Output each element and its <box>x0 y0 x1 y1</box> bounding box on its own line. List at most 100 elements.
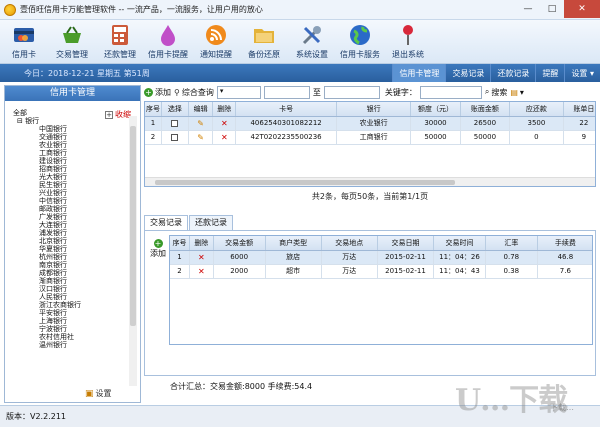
column-header[interactable]: 银行 <box>336 102 412 117</box>
add-card-button[interactable]: + 添加 <box>144 87 171 98</box>
tree-node[interactable]: 广发银行 <box>13 213 129 221</box>
edit-icon[interactable]: ✎ <box>197 119 204 128</box>
menu-item-3[interactable]: 还款记录 <box>490 64 535 82</box>
tree-node[interactable]: 人民银行 <box>13 293 129 301</box>
tree-node[interactable]: 中信银行 <box>13 197 129 205</box>
column-header[interactable]: 手续费 <box>537 236 592 251</box>
maximize-button[interactable]: □ <box>540 0 564 18</box>
minimize-button[interactable]: — <box>516 0 540 18</box>
toolbar-label: 通知提醒 <box>200 50 232 59</box>
date-to-input[interactable] <box>323 85 380 99</box>
tab-2[interactable]: 还款记录 <box>189 215 233 230</box>
tree-node[interactable]: 农村信用社 <box>13 333 129 341</box>
tree-node[interactable]: 浙江农商银行 <box>13 301 129 309</box>
close-button[interactable]: ✕ <box>564 0 600 18</box>
tree-node[interactable]: 农业银行 <box>13 141 129 149</box>
column-header[interactable]: 账面金额 <box>460 102 511 117</box>
filter-select[interactable]: ▾ <box>216 85 261 99</box>
column-header[interactable]: 编辑 <box>188 102 214 117</box>
settings-button[interactable]: ▣ 设置 <box>85 388 112 399</box>
tree-node[interactable]: 招商银行 <box>13 165 129 173</box>
toolbar-button-3[interactable]: 还款管理 <box>96 20 144 64</box>
tree-node[interactable]: 南京银行 <box>13 261 129 269</box>
toolbar-button-1[interactable]: 信用卡 <box>0 20 48 64</box>
toolbar-button-8[interactable]: 信用卡服务 <box>336 20 384 64</box>
column-header[interactable]: 商户类型 <box>265 236 322 251</box>
column-header[interactable]: 汇率 <box>485 236 538 251</box>
select-checkbox[interactable] <box>171 119 179 127</box>
menu-item-1[interactable]: 信用卡管理 <box>392 64 446 82</box>
date-from-input[interactable] <box>263 85 310 99</box>
tree-node[interactable]: 民生银行 <box>13 181 129 189</box>
delete-icon[interactable]: ✕ <box>221 119 228 128</box>
toolbar-button-4[interactable]: 信用卡提醒 <box>144 20 192 64</box>
tree-node[interactable]: 光大银行 <box>13 173 129 181</box>
menu-item-2[interactable]: 交易记录 <box>445 64 490 82</box>
tab-1[interactable]: 交易记录 <box>144 215 188 230</box>
bank-tree[interactable]: 全部 ⊟ 银行 中国银行 交通银行 农业银行 工商银行 建设银行 招商银行 光大银行 民生银行 兴业… <box>13 109 129 349</box>
tree-node[interactable]: 上海银行 <box>13 317 129 325</box>
tree-node[interactable]: 中国银行 <box>13 125 129 133</box>
delete-icon[interactable]: ✕ <box>198 253 205 262</box>
tree-node-label: 杭州银行 <box>39 253 67 261</box>
toolbar-button-5[interactable]: 通知提醒 <box>192 20 240 64</box>
tree-node[interactable]: 华夏银行 <box>13 245 129 253</box>
table-row[interactable]: 1 ✕ 6000 旅店 万达 2015-02-11 11：04：26 0.78 46.8 <box>170 250 592 265</box>
column-header[interactable]: 序号 <box>170 236 190 251</box>
select-checkbox[interactable] <box>171 133 179 141</box>
cell-bank: 工商银行 <box>336 130 412 145</box>
tree-node[interactable]: 汉口银行 <box>13 285 129 293</box>
tree-node[interactable]: 平安银行 <box>13 309 129 317</box>
column-header[interactable]: 交易金额 <box>213 236 266 251</box>
tree-node[interactable]: 工商银行 <box>13 149 129 157</box>
card-table-hscroll[interactable] <box>145 177 595 186</box>
table-row[interactable]: 2 ✎ ✕ 42T0202235500236 工商银行 50000 50000 0 9 <box>145 130 595 145</box>
tree-node[interactable]: 温州银行 <box>13 341 129 349</box>
search-button[interactable]: ⌕ 搜索 <box>485 87 507 98</box>
tree-node[interactable]: 宁波银行 <box>13 325 129 333</box>
keyword-input[interactable] <box>419 85 482 99</box>
column-header[interactable]: 序号 <box>145 102 162 117</box>
combined-query-button[interactable]: ⚲ 综合查询 <box>174 87 214 98</box>
table-row[interactable]: 1 ✎ ✕ 4062540301082212 农业银行 30000 26500 3500 22 <box>145 116 595 131</box>
tree-node[interactable]: 北京银行 <box>13 237 129 245</box>
tree-node[interactable]: 渐商银行 <box>13 277 129 285</box>
column-header[interactable]: 应还款 <box>509 102 564 117</box>
rss-icon <box>203 23 229 47</box>
tree-node[interactable]: 全部 <box>13 109 129 117</box>
column-header[interactable]: 交易日期 <box>377 236 435 251</box>
column-header[interactable]: 选择 <box>161 102 189 117</box>
edit-icon[interactable]: ✎ <box>197 133 204 142</box>
tree-node[interactable]: 建设银行 <box>13 157 129 165</box>
toolbar-button-7[interactable]: 系统设置 <box>288 20 336 64</box>
column-header[interactable]: 删除 <box>189 236 214 251</box>
tree-node[interactable]: 交通银行 <box>13 133 129 141</box>
toolbar-button-2[interactable]: 交易管理 <box>48 20 96 64</box>
menu-item-4[interactable]: 提醒 <box>535 64 564 82</box>
tree-node[interactable]: ⊟ 银行 <box>13 117 129 125</box>
toolbar-button-9[interactable]: 退出系统 <box>384 20 432 64</box>
search-icon: ⌕ <box>484 87 490 96</box>
column-header[interactable]: 卡号 <box>235 102 338 117</box>
tree-node[interactable]: 兴业银行 <box>13 189 129 197</box>
tree-node[interactable]: 杭州银行 <box>13 253 129 261</box>
table-row[interactable]: 2 ✕ 2000 超市 万达 2015-02-11 11：04：43 0.38 7.6 <box>170 264 592 279</box>
tree-scrollbar[interactable] <box>129 116 137 386</box>
column-header[interactable]: 交易地点 <box>321 236 378 251</box>
tree-node[interactable]: 邮政银行 <box>13 205 129 213</box>
menu-item-5[interactable]: 设置 ▾ <box>564 64 600 82</box>
add-transaction-button[interactable]: + 添加 <box>149 239 167 259</box>
expand-icon[interactable]: ⊟ <box>17 117 25 125</box>
toolbar-button-6[interactable]: 备份还原 <box>240 20 288 64</box>
cell-rate: 0.38 <box>485 264 538 279</box>
delete-icon[interactable]: ✕ <box>221 133 228 142</box>
delete-icon[interactable]: ✕ <box>198 267 205 276</box>
column-header[interactable]: 交易时间 <box>433 236 486 251</box>
column-header[interactable]: 额度（元） <box>410 102 461 117</box>
tree-node[interactable]: 成都银行 <box>13 269 129 277</box>
tree-node[interactable]: 大连银行 <box>13 221 129 229</box>
export-button[interactable]: ▤ ▾ <box>510 88 524 97</box>
column-header[interactable]: 删除 <box>212 102 237 117</box>
column-header[interactable]: 账单日 <box>563 102 595 117</box>
tree-node[interactable]: 浦发银行 <box>13 229 129 237</box>
